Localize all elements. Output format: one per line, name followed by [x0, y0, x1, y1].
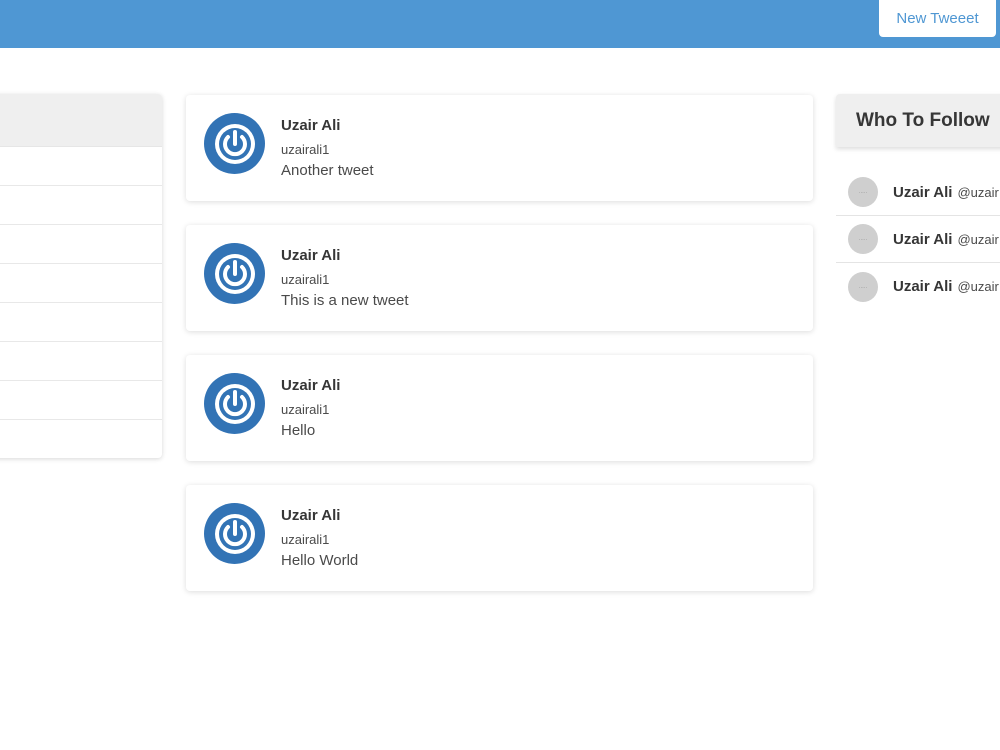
avatar[interactable] [204, 373, 265, 434]
power-icon [214, 383, 255, 424]
follow-handle: @uzair [957, 279, 999, 294]
left-panel-row[interactable] [0, 225, 162, 264]
tweet-feed: Uzair Ali uzairali1 Another tweet Uzair … [186, 95, 813, 615]
new-tweet-button[interactable]: New Tweeet [879, 0, 996, 37]
left-sidebar-panel [0, 94, 162, 458]
tweet-author-handle: uzairali1 [281, 142, 330, 157]
tweet-card[interactable]: Uzair Ali uzairali1 Hello World [186, 485, 813, 591]
tweet-text: Hello [281, 422, 316, 439]
avatar[interactable] [204, 113, 265, 174]
follow-handle: @uzair [957, 231, 999, 247]
power-icon [214, 253, 255, 294]
follow-name[interactable]: Uzair Ali [893, 278, 952, 295]
avatar[interactable] [204, 243, 265, 304]
follow-handle: @uzair [957, 184, 999, 200]
avatar[interactable]: ..... [848, 224, 878, 254]
tweet-text: Hello World [281, 552, 359, 569]
left-panel-row[interactable] [0, 342, 162, 381]
left-panel-row[interactable] [0, 147, 162, 186]
tweet-author-handle: uzairali1 [281, 532, 330, 547]
avatar[interactable] [204, 503, 265, 564]
power-icon [214, 513, 255, 554]
follow-name[interactable]: Uzair Ali [893, 231, 952, 248]
left-panel-row[interactable] [0, 381, 162, 420]
who-to-follow-title: Who To Follow [836, 94, 1000, 147]
left-panel-row[interactable] [0, 420, 162, 458]
tweet-author-name[interactable]: Uzair Ali [281, 247, 409, 264]
tweet-author-name[interactable]: Uzair Ali [281, 507, 358, 524]
follow-list: ..... Uzair Ali @uzair ..... Uzair Ali @… [836, 169, 1000, 310]
who-to-follow-panel: Who To Follow ..... Uzair Ali @uzair ...… [836, 94, 1000, 310]
tweet-text: Another tweet [281, 162, 374, 179]
tweet-text: This is a new tweet [281, 292, 409, 309]
left-panel-header [0, 94, 162, 147]
tweet-card[interactable]: Uzair Ali uzairali1 This is a new tweet [186, 225, 813, 331]
avatar[interactable]: ..... [848, 271, 878, 302]
tweet-author-handle: uzairali1 [281, 402, 330, 417]
top-navbar: New Tweeet [0, 0, 1000, 48]
left-panel-row[interactable] [0, 303, 162, 342]
tweet-author-name[interactable]: Uzair Ali [281, 377, 340, 394]
left-panel-row[interactable] [0, 264, 162, 303]
follow-name[interactable]: Uzair Ali [893, 184, 952, 201]
follow-suggestion[interactable]: ..... Uzair Ali @uzair [836, 263, 1000, 310]
left-panel-row[interactable] [0, 186, 162, 225]
avatar[interactable]: ..... [848, 177, 878, 207]
follow-suggestion[interactable]: ..... Uzair Ali @uzair [836, 169, 1000, 216]
tweet-card[interactable]: Uzair Ali uzairali1 Another tweet [186, 95, 813, 201]
power-icon [214, 123, 255, 164]
tweet-card[interactable]: Uzair Ali uzairali1 Hello [186, 355, 813, 461]
tweet-author-handle: uzairali1 [281, 272, 330, 287]
tweet-author-name[interactable]: Uzair Ali [281, 117, 374, 134]
follow-suggestion[interactable]: ..... Uzair Ali @uzair [836, 216, 1000, 263]
